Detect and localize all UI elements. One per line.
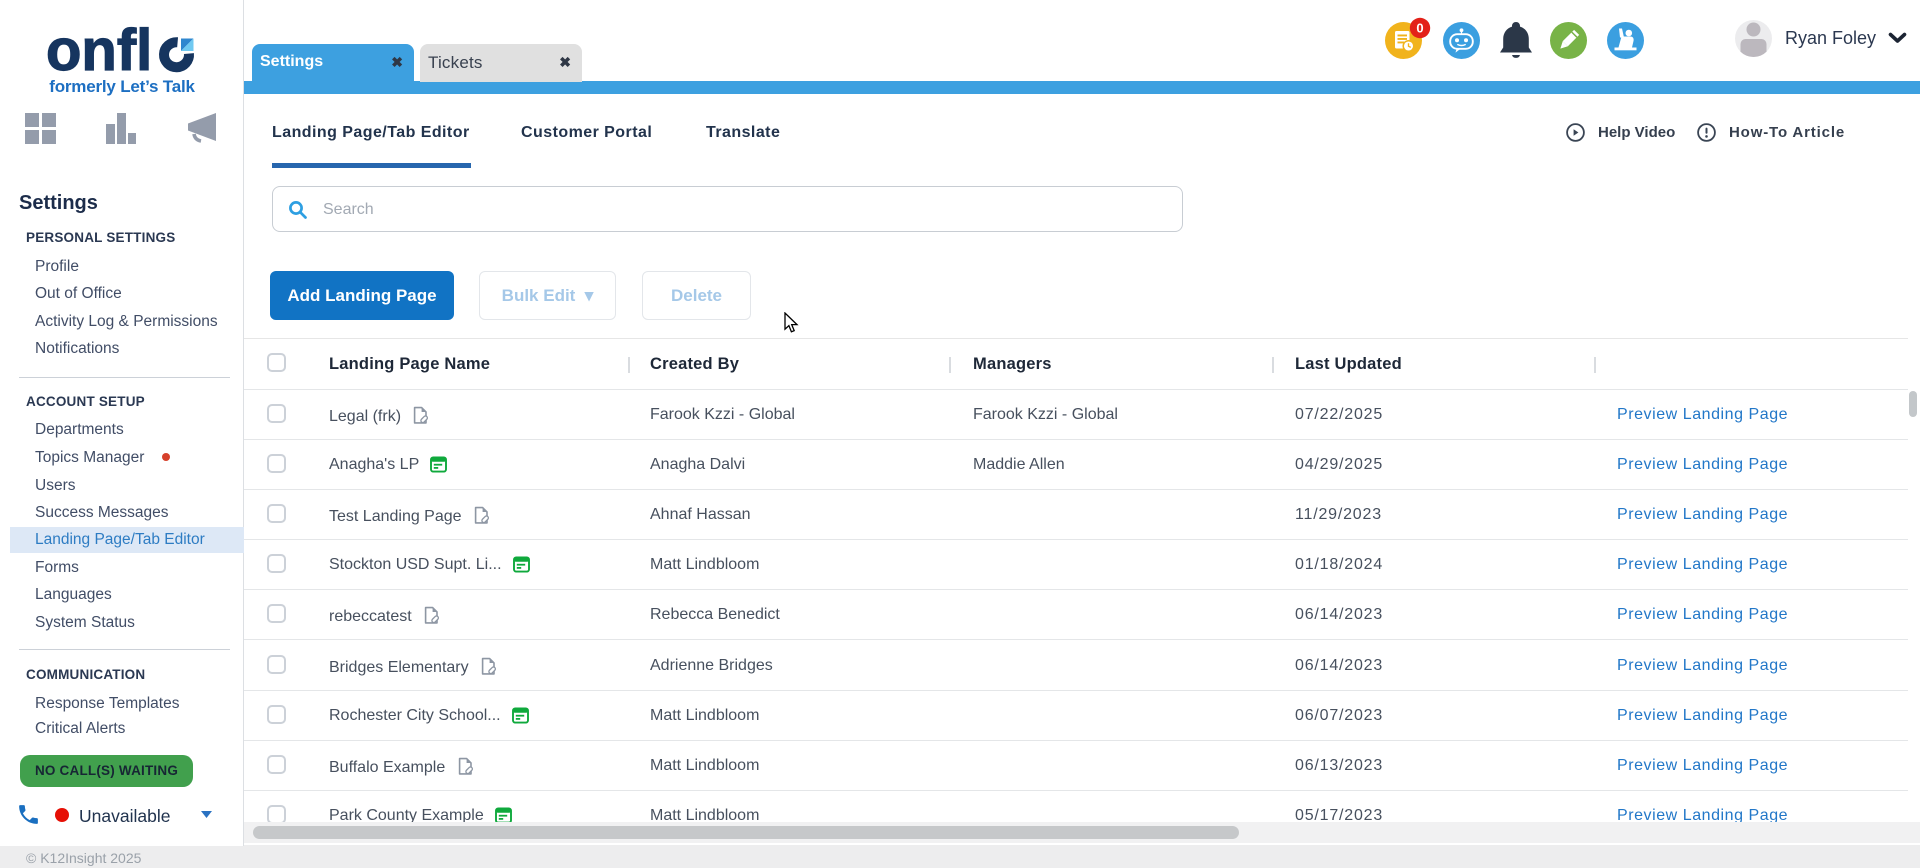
svg-text:onfl: onfl bbox=[46, 22, 152, 74]
svg-text:0: 0 bbox=[1416, 20, 1423, 35]
